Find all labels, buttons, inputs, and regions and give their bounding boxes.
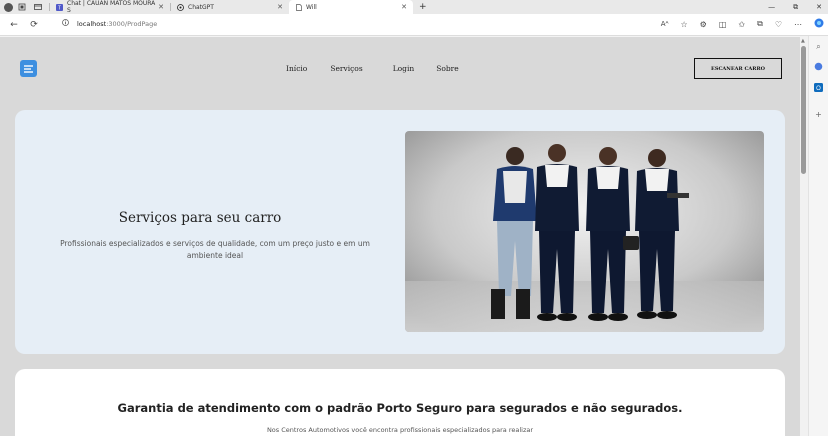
info-icon (62, 19, 69, 28)
extensions-icon[interactable]: ⚙ (700, 20, 707, 29)
shopping-icon[interactable] (814, 62, 823, 73)
more-menu-icon[interactable]: ⋯ (794, 20, 802, 29)
favorites-icon[interactable]: ✩ (738, 20, 745, 29)
nav-servicos[interactable]: Serviços (330, 64, 362, 73)
scroll-up-arrow-icon[interactable]: ▲ (801, 38, 805, 44)
tab-label: Will (306, 3, 317, 11)
collections-icon[interactable]: ⧉ (757, 19, 763, 29)
read-aloud-icon[interactable]: Aᴬ (661, 20, 669, 28)
close-tab-icon[interactable]: ✕ (158, 3, 164, 11)
tab-actions-icon[interactable] (33, 2, 43, 12)
workspaces-icon[interactable] (17, 2, 27, 12)
scroll-thumb[interactable] (801, 46, 806, 174)
add-sidebar-app-icon[interactable]: + (815, 110, 822, 119)
browser-toolbar: Aᴬ ☆ ⚙ ◫ ✩ ⧉ ♡ ⋯ (661, 18, 824, 30)
edge-sidebar: ⌕ O + (808, 36, 828, 436)
tab-label: Chat | CAUAN MATOS MOURA S (67, 0, 156, 14)
new-tab-button[interactable]: + (413, 0, 433, 14)
close-tab-icon[interactable]: ✕ (401, 3, 407, 11)
nav-sobre[interactable]: Sobre (436, 64, 458, 73)
page-scrollbar[interactable]: ▲ (800, 36, 808, 436)
favorite-star-icon[interactable]: ☆ (681, 20, 688, 29)
svg-text:O: O (816, 86, 821, 92)
tab-chatgpt[interactable]: ChatGPT ✕ (171, 0, 289, 14)
plus-icon: + (419, 2, 427, 12)
scan-car-button[interactable]: ESCANEAR CARRO (694, 58, 782, 79)
profile-avatar[interactable] (4, 2, 13, 12)
mechanics-photo (405, 131, 764, 332)
browser-titlebar: T Chat | CAUAN MATOS MOURA S ✕ ChatGPT ✕… (0, 0, 828, 14)
window-controls: — ⧉ ✕ (768, 0, 822, 14)
teams-icon: T (56, 3, 63, 11)
svg-text:T: T (58, 5, 61, 11)
hero-title: Serviços para seu carro (118, 210, 282, 226)
split-screen-icon[interactable]: ◫ (719, 20, 727, 29)
tab-teams-chat[interactable]: T Chat | CAUAN MATOS MOURA S ✕ (50, 0, 170, 14)
nav-inicio[interactable]: Início (286, 64, 307, 73)
nav-login[interactable]: Login (393, 64, 415, 73)
hero-subtitle: Profissionais especializados e serviços … (60, 239, 370, 260)
url-field[interactable]: localhost:3000/ProdPage (62, 19, 157, 28)
maximize-button[interactable]: ⧉ (793, 3, 798, 12)
back-button[interactable]: ← (4, 20, 24, 30)
address-bar: ← ⟳ localhost:3000/ProdPage Aᴬ ☆ ⚙ ◫ ✩ ⧉… (0, 14, 828, 36)
chatgpt-icon (177, 3, 184, 11)
copilot-icon[interactable] (814, 18, 824, 30)
site-header: Início Serviços Login Sobre ESCANEAR CAR… (0, 37, 800, 101)
guarantee-section: Garantia de atendimento com o padrão Por… (15, 369, 785, 436)
search-icon[interactable]: ⌕ (816, 42, 820, 52)
guarantee-title: Garantia de atendimento com o padrão Por… (117, 401, 683, 415)
hero-section: Serviços para seu carro Profissionais es… (15, 110, 785, 354)
outlook-icon[interactable]: O (814, 83, 823, 94)
performance-icon[interactable]: ♡ (775, 20, 782, 29)
close-window-button[interactable]: ✕ (816, 3, 822, 11)
url-host: localhost (77, 19, 107, 28)
url-path: :3000/ProdPage (106, 19, 158, 28)
guarantee-subtitle: Nos Centros Automotivos você encontra pr… (266, 426, 534, 434)
minimize-button[interactable]: — (768, 3, 775, 11)
tab-will[interactable]: Will ✕ (289, 0, 413, 14)
page-icon (295, 3, 302, 11)
refresh-button[interactable]: ⟳ (24, 20, 44, 30)
logo-icon[interactable] (20, 60, 37, 77)
main-nav: Início Serviços Login Sobre (286, 64, 459, 73)
page-viewport: Início Serviços Login Sobre ESCANEAR CAR… (0, 37, 800, 436)
close-tab-icon[interactable]: ✕ (277, 3, 283, 11)
tab-label: ChatGPT (188, 3, 214, 11)
